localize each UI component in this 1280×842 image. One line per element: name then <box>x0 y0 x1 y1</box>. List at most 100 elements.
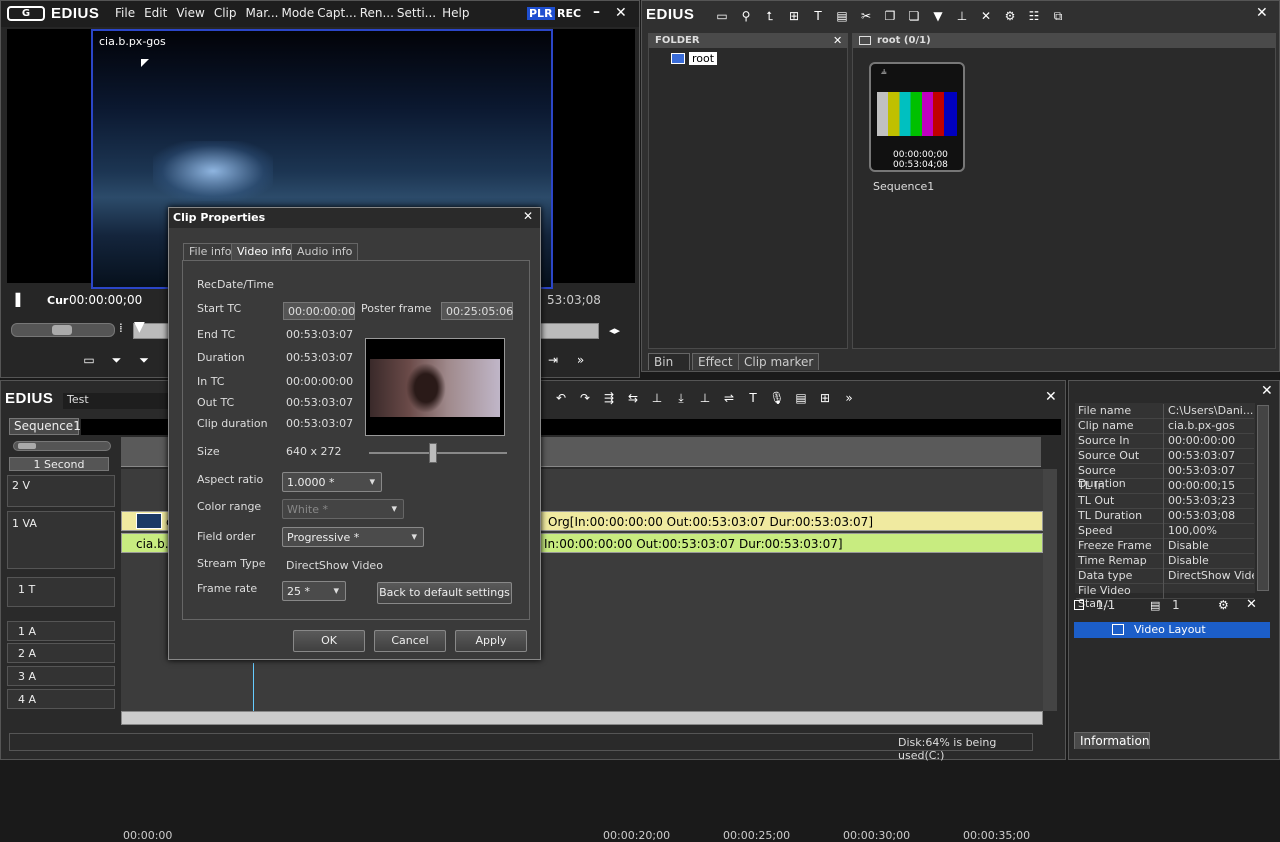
default-settings-button[interactable]: Back to default settings <box>377 582 512 604</box>
tab-information[interactable]: Information <box>1074 732 1150 749</box>
paste-icon[interactable]: ❏ <box>906 9 922 23</box>
delete-icon[interactable]: ✕ <box>978 9 994 23</box>
menu-render[interactable]: Ren... <box>360 6 394 20</box>
search-icon[interactable]: ⚲ <box>738 9 754 23</box>
apply-button[interactable]: Apply <box>455 630 527 652</box>
track-header-3a[interactable]: 3 A <box>7 666 115 686</box>
in-marker-icon[interactable]: ▐ <box>11 293 20 307</box>
video-layout-item[interactable]: Video Layout <box>1074 622 1270 638</box>
track-header-1a[interactable]: 1 A <box>7 621 115 641</box>
ok-button[interactable]: OK <box>293 630 365 652</box>
bin-menu-icon[interactable]: ⧉ <box>1050 9 1066 23</box>
close-icon[interactable]: ✕ <box>615 5 627 21</box>
sequence-thumbnail[interactable]: ⫨ 00:00:00;00 00:53:04;08 <box>869 62 965 172</box>
folder-close-icon[interactable]: ✕ <box>833 34 842 47</box>
add-clip-icon[interactable]: ⊞ <box>786 9 802 23</box>
start-tc-field[interactable]: 00:00:00:00 <box>283 302 355 320</box>
marker-out-icon[interactable]: ⏷ <box>136 353 152 367</box>
cancel-button[interactable]: Cancel <box>374 630 446 652</box>
timeline-v-scrollbar[interactable] <box>1043 469 1057 711</box>
delete-gap-icon[interactable]: ⊥ <box>697 391 713 405</box>
insert-mode-icon[interactable]: ⇶ <box>601 391 617 405</box>
menu-help[interactable]: Help <box>442 6 469 20</box>
up-icon[interactable]: ⮤ <box>762 9 778 23</box>
folder-icon[interactable]: ▭ <box>714 9 730 23</box>
player-controls: ▭ ⏷ ⏷ <box>77 353 156 367</box>
mixer-icon[interactable]: ⇌ <box>721 391 737 405</box>
root-folder-item[interactable]: root <box>689 52 718 65</box>
microphone-icon[interactable]: 🎙 <box>769 391 785 405</box>
timeline-close-icon[interactable]: ✕ <box>1045 389 1057 405</box>
send-player-icon[interactable]: ▼ <box>930 9 946 23</box>
track-header-2a[interactable]: 2 A <box>7 643 115 663</box>
dialog-close-icon[interactable]: ✕ <box>523 209 533 223</box>
overwrite-icon[interactable]: ⇥ <box>545 353 561 367</box>
color-range-select[interactable]: White * <box>282 499 404 519</box>
track-header-1t[interactable]: 1 T <box>7 577 115 607</box>
poster-frame-preview <box>365 338 505 436</box>
track-header-4a[interactable]: 4 A <box>7 689 115 709</box>
poster-frame-slider[interactable] <box>369 452 507 454</box>
menu-capture[interactable]: Capt... <box>317 6 357 20</box>
ripple-icon[interactable]: ⇆ <box>625 391 641 405</box>
tab-file-info[interactable]: File info <box>183 243 238 260</box>
sequence-tab[interactable]: Sequence1 <box>9 418 81 435</box>
menu-file[interactable]: File <box>115 6 135 20</box>
cut-icon[interactable]: ✂ <box>858 9 874 23</box>
timeline-h-scrollbar[interactable] <box>121 711 1043 725</box>
menu-marker[interactable]: Mar... <box>246 6 279 20</box>
poster-slider-thumb[interactable] <box>429 443 437 463</box>
timescale-select[interactable]: 1 Second <box>9 457 109 471</box>
bracket-icon[interactable]: ⁞ <box>119 321 123 335</box>
track-header-1va[interactable]: 1 VA <box>7 511 115 569</box>
title-track-icon[interactable]: T <box>745 391 761 405</box>
rec-button[interactable]: REC <box>557 7 581 20</box>
shuttle-slider[interactable] <box>11 323 115 337</box>
plr-button[interactable]: PLR <box>527 7 555 20</box>
undo-icon[interactable]: ↶ <box>553 391 569 405</box>
bin-close-icon[interactable]: ✕ <box>1256 5 1268 21</box>
player-titlebar: G EDIUS File Edit View Clip Mar... Mode Capt..… <box>1 1 639 27</box>
tab-clip-marker[interactable]: Clip marker <box>738 353 820 370</box>
insert-timeline-icon[interactable]: ⊥ <box>954 9 970 23</box>
menu-settings[interactable]: Setti... <box>397 6 436 20</box>
properties-icon[interactable]: ⚙ <box>1002 9 1018 23</box>
tape-icon[interactable]: ▭ <box>81 353 97 367</box>
more-tools-icon[interactable]: » <box>841 391 857 405</box>
colorbars-icon[interactable]: ▤ <box>834 9 850 23</box>
menu-view[interactable]: View <box>176 6 204 20</box>
title-icon[interactable]: T <box>810 9 826 23</box>
info-scrollbar[interactable] <box>1257 405 1269 591</box>
track-header-2v[interactable]: 2 V <box>7 475 115 507</box>
redo-icon[interactable]: ↷ <box>577 391 593 405</box>
render-icon[interactable]: ▤ <box>793 391 809 405</box>
grid-icon[interactable]: ⊞ <box>817 391 833 405</box>
menu-mode[interactable]: Mode <box>281 6 314 20</box>
view-icon[interactable]: ☷ <box>1026 9 1042 23</box>
field-order-select[interactable]: Progressive * <box>282 527 424 547</box>
tab-effect[interactable]: Effect <box>692 353 739 370</box>
remove-effect-icon[interactable]: ✕ <box>1246 597 1257 612</box>
out-tc-value: 00:53:03:07 <box>286 396 354 409</box>
set-in-icon[interactable]: ⊥ <box>649 391 665 405</box>
menu-edit[interactable]: Edit <box>144 6 167 20</box>
aspect-ratio-select[interactable]: 1.0000 * <box>282 472 382 492</box>
loop-icon[interactable]: ◂▸ <box>609 324 620 337</box>
zoom-slider[interactable] <box>13 441 111 451</box>
more-icon[interactable]: » <box>573 353 589 367</box>
playhead-icon[interactable]: ▼ <box>134 319 145 335</box>
poster-frame-field[interactable]: 00:25:05:06 <box>441 302 513 320</box>
menu-clip[interactable]: Clip <box>214 6 237 20</box>
marker-in-icon[interactable]: ⏷ <box>109 353 125 367</box>
minimize-icon[interactable]: – <box>593 4 600 20</box>
razor-icon[interactable]: ⤓ <box>673 391 689 405</box>
info-close-icon[interactable]: ✕ <box>1261 383 1273 399</box>
frame-rate-select[interactable]: 25 * <box>282 581 346 601</box>
copy-icon[interactable]: ❐ <box>882 9 898 23</box>
tab-bin[interactable]: Bin <box>648 353 690 370</box>
tab-video-info[interactable]: Video info <box>231 243 298 260</box>
layer-icon <box>1074 600 1084 610</box>
effect-settings-icon[interactable]: ⚙ <box>1218 598 1229 612</box>
tab-audio-info[interactable]: Audio info <box>291 243 359 260</box>
poster-frame-label: Poster frame <box>361 302 432 315</box>
